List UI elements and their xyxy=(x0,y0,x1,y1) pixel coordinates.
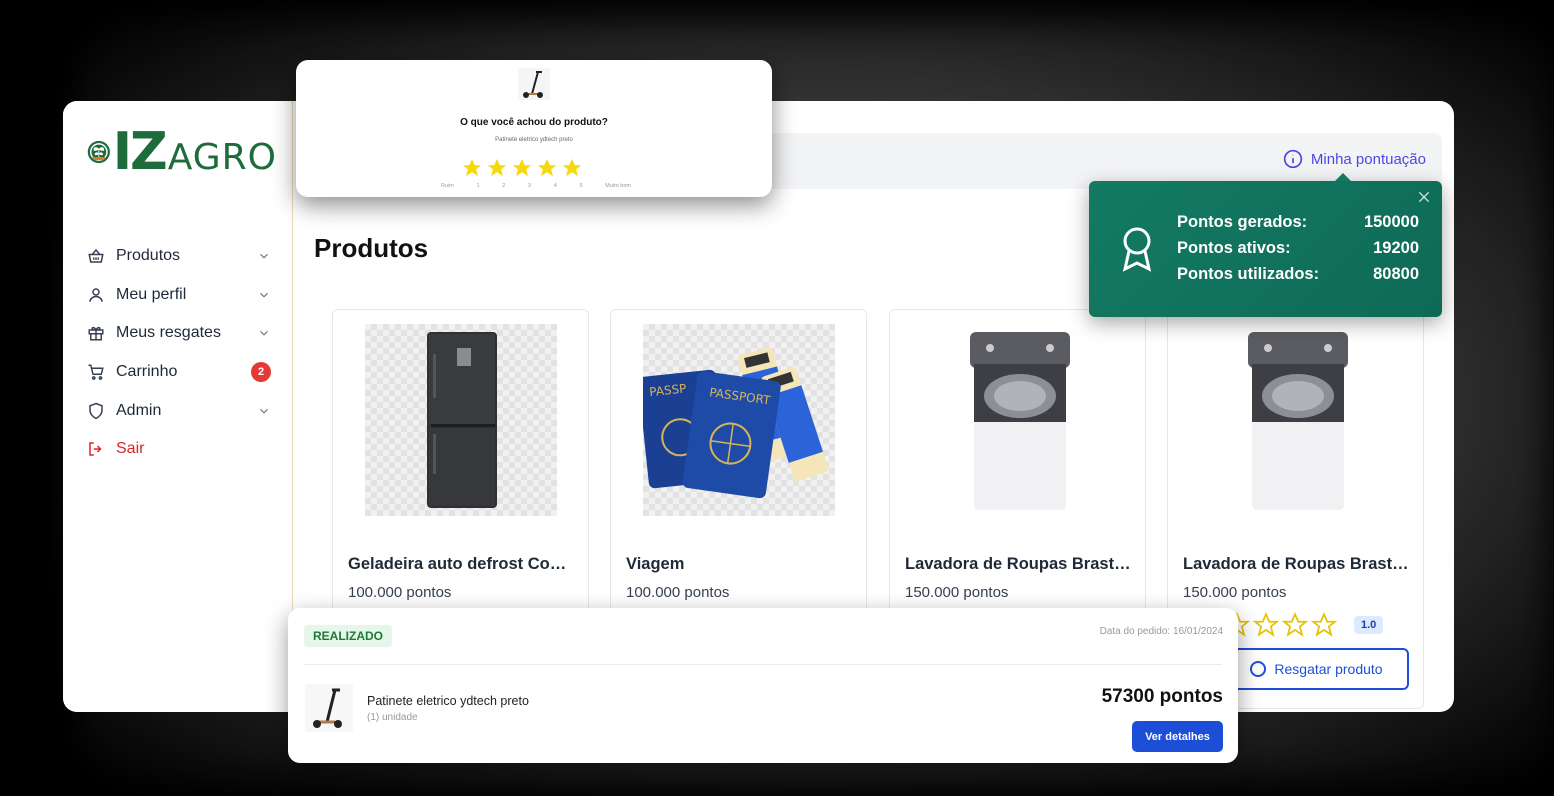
sidebar-item-label: Admin xyxy=(116,401,162,419)
sidebar-item-label: Sair xyxy=(116,440,145,458)
gift-icon xyxy=(87,324,105,342)
cart-count-badge: 2 xyxy=(251,362,271,383)
redeem-icon xyxy=(1250,661,1267,677)
review-product-name: Patinete eletrico ydtech preto xyxy=(495,137,573,143)
passports-image: PASSP PASSPORT xyxy=(638,324,835,516)
product-name: Geladeira auto defrost Cont... xyxy=(348,555,576,573)
points-label: Pontos gerados: xyxy=(1177,213,1308,231)
review-popup: O que você achou do produto? Patinete el… xyxy=(296,60,772,197)
points-label: Pontos ativos: xyxy=(1177,239,1291,257)
refrigerator-image xyxy=(365,324,557,516)
shield-icon xyxy=(87,402,105,420)
sidebar-item-label: Carrinho xyxy=(116,363,178,381)
points-label: Pontos utilizados: xyxy=(1177,265,1320,283)
info-icon xyxy=(1283,149,1303,169)
star-empty-icon[interactable] xyxy=(1253,612,1279,638)
redeem-product-button[interactable]: Resgatar produto xyxy=(1224,648,1409,690)
order-product-name: Patinete eletrico ydtech preto xyxy=(367,694,529,708)
star-empty-icon[interactable] xyxy=(1311,612,1337,638)
my-points-label: Minha pontuação xyxy=(1310,150,1426,168)
points-value: 150000 xyxy=(1363,213,1419,231)
chevron-down-icon xyxy=(260,408,268,414)
chevron-down-icon xyxy=(260,254,268,259)
basket-icon xyxy=(87,247,105,265)
sidebar-nav: Produtos Meu perfil Meus resgates Carrin… xyxy=(87,237,271,469)
star-filled-icon[interactable] xyxy=(510,157,534,179)
product-name: Viagem xyxy=(626,555,685,573)
scale-label: 5 xyxy=(579,183,583,189)
star-empty-icon[interactable] xyxy=(1282,612,1308,638)
award-ribbon-icon xyxy=(1122,227,1152,272)
scooter-thumbnail xyxy=(305,684,353,732)
close-icon[interactable] xyxy=(1416,189,1432,205)
product-price: 100.000 pontos xyxy=(626,584,730,601)
divider xyxy=(304,664,1222,665)
product-price: 100.000 pontos xyxy=(348,584,452,601)
logo-agro: AGRO xyxy=(167,137,277,178)
rating-value-badge: 1.0 xyxy=(1354,616,1384,634)
logout-icon xyxy=(87,440,105,458)
points-popup: Pontos gerados: 150000 Pontos ativos: 19… xyxy=(1089,173,1442,317)
star-filled-icon[interactable] xyxy=(485,157,509,179)
points-value: 19200 xyxy=(1373,239,1419,257)
sidebar-item-produtos[interactable]: Produtos xyxy=(87,237,271,276)
scale-label: Muito bom xyxy=(605,183,631,189)
user-icon xyxy=(87,286,105,304)
sidebar-item-meus-resgates[interactable]: Meus resgates xyxy=(87,314,271,353)
star-filled-icon[interactable] xyxy=(535,157,559,179)
scale-label: 2 xyxy=(502,183,506,189)
scale-label: 3 xyxy=(528,183,532,189)
order-popup: REALIZADO Data do pedido: 16/01/2024 Pat… xyxy=(288,608,1238,763)
review-scale: Ruim 1 2 3 4 5 Muito bom xyxy=(441,183,631,189)
popup-arrow xyxy=(1335,173,1351,181)
chevron-down-icon xyxy=(260,292,268,298)
sidebar-item-label: Produtos xyxy=(116,247,181,265)
points-used-row: Pontos utilizados: 80800 xyxy=(1177,265,1419,284)
sidebar-item-label: Meu perfil xyxy=(116,285,187,303)
scale-label: 1 xyxy=(476,183,480,189)
sidebar-item-sair[interactable]: Sair xyxy=(87,430,271,469)
washing-machine-image xyxy=(922,324,1114,516)
product-name: Lavadora de Roupas Braste... xyxy=(1183,555,1411,573)
order-points: 57300 pontos xyxy=(1101,686,1223,707)
logo-wordmark: IZ AGRO xyxy=(113,126,277,178)
scale-label: 4 xyxy=(553,183,557,189)
review-question: O que você achou do produto? xyxy=(460,117,608,128)
order-quantity: (1) unidade xyxy=(367,712,418,723)
my-points-link[interactable]: Minha pontuação xyxy=(1283,149,1426,169)
chevron-down-icon xyxy=(260,331,268,337)
washing-machine-image xyxy=(1200,324,1392,516)
star-filled-icon[interactable] xyxy=(460,157,484,179)
order-date: Data do pedido: 16/01/2024 xyxy=(1099,626,1223,637)
star-filled-icon[interactable] xyxy=(560,157,584,179)
logo-iz: IZ xyxy=(112,122,168,182)
points-active-row: Pontos ativos: 19200 xyxy=(1177,239,1419,258)
product-rating: 1.0 xyxy=(1224,612,1384,638)
product-name: Lavadora de Roupas Braste... xyxy=(905,555,1133,573)
sidebar-item-carrinho[interactable]: Carrinho 2 xyxy=(87,353,271,392)
review-stars xyxy=(460,157,585,179)
sidebar: IZ AGRO Produtos Meu perfil Meus resgate… xyxy=(63,101,293,712)
page-title: Produtos xyxy=(314,233,429,263)
sidebar-item-meu-perfil[interactable]: Meu perfil xyxy=(87,276,271,315)
points-value: 80800 xyxy=(1373,265,1419,283)
scale-label: Ruim xyxy=(441,183,454,189)
sidebar-item-admin[interactable]: Admin xyxy=(87,391,271,430)
view-details-button[interactable]: Ver detalhes xyxy=(1132,721,1223,752)
sidebar-item-label: Meus resgates xyxy=(116,324,221,342)
product-price: 150.000 pontos xyxy=(905,584,1009,601)
izagro-logo[interactable]: IZ AGRO xyxy=(87,117,277,187)
scooter-thumbnail xyxy=(518,68,550,100)
redeem-button-label: Resgatar produto xyxy=(1274,661,1383,677)
order-status-badge: REALIZADO xyxy=(304,625,392,647)
cart-icon xyxy=(87,363,105,381)
product-price: 150.000 pontos xyxy=(1183,584,1287,601)
points-generated-row: Pontos gerados: 150000 xyxy=(1177,213,1419,232)
leaf-logo-icon xyxy=(87,140,110,164)
